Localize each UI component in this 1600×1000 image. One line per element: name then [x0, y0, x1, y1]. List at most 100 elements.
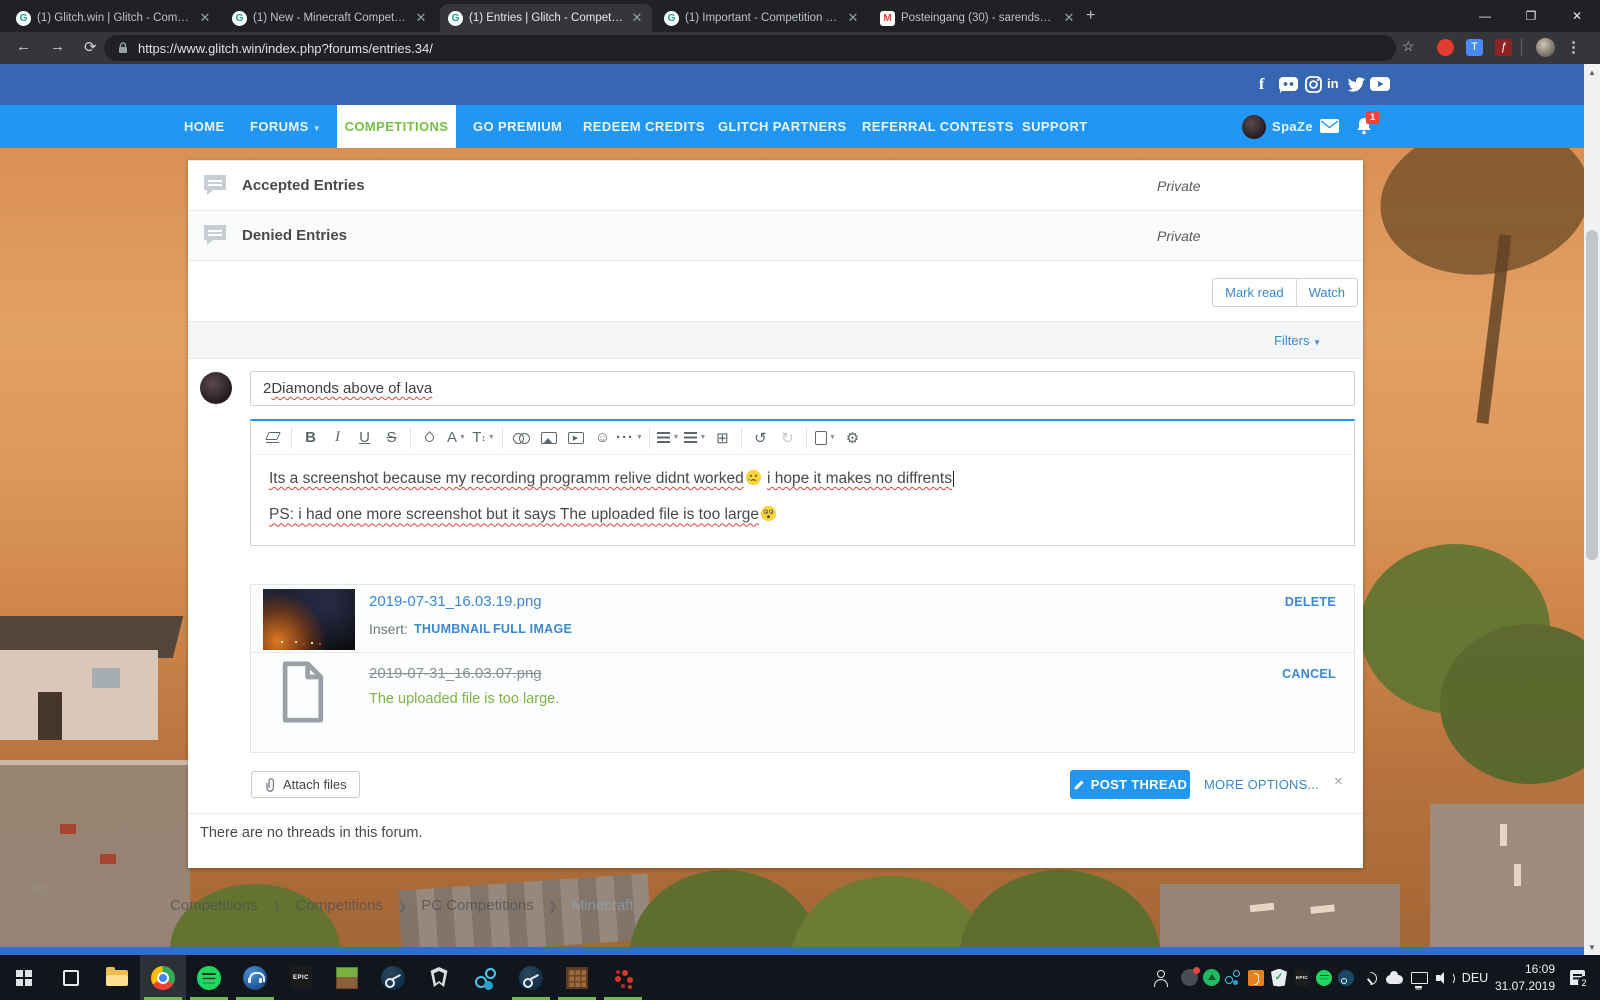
user-avatar[interactable] — [1242, 115, 1266, 139]
tab-important[interactable]: G (1) Important - Competition Requ ✕ — [656, 4, 868, 32]
node-title[interactable]: Denied Entries — [242, 227, 347, 244]
font-family-icon[interactable]: A▼ — [443, 425, 470, 451]
attachment-filename-link[interactable]: 2019-07-31_16.03.19.png — [369, 593, 542, 610]
attachment-thumbnail[interactable] — [263, 589, 355, 650]
insert-full-image-button[interactable]: FULL IMAGE — [493, 622, 572, 636]
nav-glitch-partners[interactable]: GLITCH PARTNERS — [718, 105, 847, 148]
alignment-icon[interactable]: ▼ — [655, 425, 682, 451]
nav-referral-contests[interactable]: REFERRAL CONTESTS — [862, 105, 1014, 148]
window-close-button[interactable]: ✕ — [1554, 0, 1600, 32]
satellite-tray-icon[interactable] — [1358, 955, 1382, 1000]
browser-menu-icon[interactable]: ⋮ — [1566, 38, 1581, 56]
linkedin-icon[interactable]: in — [1327, 76, 1339, 91]
messages-envelope-icon[interactable] — [1320, 119, 1339, 133]
discord-tray-icon[interactable] — [1178, 955, 1200, 1000]
bubbles-app-taskbar-icon[interactable] — [462, 955, 508, 1000]
adblock-extension-icon[interactable] — [1437, 39, 1454, 56]
start-button[interactable] — [0, 955, 46, 1000]
scrollbar-thumb[interactable] — [1586, 230, 1598, 560]
font-size-icon[interactable]: T↕▼ — [470, 425, 497, 451]
nav-support[interactable]: SUPPORT — [1022, 105, 1088, 148]
scroll-down-icon[interactable]: ▼ — [1584, 939, 1600, 955]
underline-icon[interactable]: U — [351, 425, 378, 451]
attach-files-button[interactable]: Attach files — [251, 771, 360, 798]
tab-close-icon[interactable]: ✕ — [846, 10, 860, 26]
people-tray-icon[interactable] — [1144, 955, 1176, 1000]
address-bar[interactable]: https://www.glitch.win/index.php?forums/… — [104, 35, 1396, 61]
node-row-accepted-entries[interactable]: Accepted Entries Private — [188, 161, 1363, 211]
wolf-game-taskbar-icon[interactable] — [416, 955, 462, 1000]
forward-icon[interactable]: → — [50, 38, 65, 55]
instagram-icon[interactable] — [1305, 76, 1322, 93]
breadcrumb-item[interactable]: PC Competitions — [421, 897, 534, 914]
onedrive-cloud-tray-icon[interactable] — [1382, 955, 1406, 1000]
tab-close-icon[interactable]: ✕ — [1062, 10, 1076, 26]
red-dots-app-taskbar-icon[interactable] — [600, 955, 646, 1000]
window-minimize-button[interactable]: — — [1462, 0, 1508, 32]
discord-icon[interactable] — [1278, 76, 1299, 93]
cancel-attachment-button[interactable]: CANCEL — [1282, 667, 1336, 681]
mark-read-button[interactable]: Mark read — [1213, 279, 1296, 306]
remove-format-icon[interactable] — [259, 425, 286, 451]
italic-icon[interactable]: I — [324, 425, 351, 451]
nav-competitions-active[interactable]: COMPETITIONS — [337, 105, 456, 148]
tab-close-icon[interactable]: ✕ — [198, 10, 212, 26]
epic-tray-icon[interactable]: EPIC — [1291, 955, 1313, 1000]
text-color-icon[interactable] — [416, 425, 443, 451]
vpn-tray-icon[interactable] — [1200, 955, 1222, 1000]
filters-button[interactable]: Filters ▼ — [1274, 333, 1321, 348]
insert-image-icon[interactable] — [535, 425, 562, 451]
steam-window-taskbar-icon[interactable] — [508, 955, 554, 1000]
file-explorer-icon[interactable] — [94, 955, 140, 1000]
more-options-button[interactable]: MORE OPTIONS... — [1204, 777, 1319, 792]
scroll-up-icon[interactable]: ▲ — [1584, 64, 1600, 80]
page-scrollbar[interactable]: ▲ ▼ — [1584, 64, 1600, 955]
insert-thumbnail-button[interactable]: THUMBNAIL — [414, 622, 491, 636]
nav-redeem-credits[interactable]: REDEEM CREDITS — [583, 105, 705, 148]
node-row-denied-entries[interactable]: Denied Entries Private — [188, 211, 1363, 261]
keyboard-language-indicator[interactable]: DEU — [1458, 955, 1492, 1000]
youtube-icon[interactable] — [1370, 77, 1390, 91]
breadcrumb-item[interactable]: Competitions — [170, 897, 258, 914]
emoji-picker-icon[interactable]: ☺ — [589, 425, 616, 451]
tab-close-icon[interactable]: ✕ — [630, 10, 644, 26]
strikethrough-icon[interactable]: S — [378, 425, 405, 451]
list-icon[interactable]: ▼ — [682, 425, 709, 451]
action-center-icon[interactable]: 2 — [1562, 955, 1592, 1000]
tab-gmail[interactable]: M Posteingang (30) - sarends2210@ ✕ — [872, 4, 1084, 32]
teamspeak-taskbar-icon[interactable] — [232, 955, 278, 1000]
composer-close-icon[interactable]: × — [1334, 773, 1343, 790]
profile-avatar[interactable] — [1536, 38, 1555, 57]
insert-link-icon[interactable] — [508, 425, 535, 451]
minecraft-taskbar-icon[interactable] — [324, 955, 370, 1000]
composer-user-avatar[interactable] — [200, 372, 232, 404]
back-icon[interactable]: ← — [16, 38, 31, 55]
source-view-icon[interactable]: ▼ — [812, 425, 839, 451]
twitter-icon[interactable] — [1347, 76, 1365, 92]
tab-glitch-home[interactable]: G (1) Glitch.win | Glitch - Compete, ✕ — [8, 4, 220, 32]
rich-text-editor[interactable]: B I U S A▼ T↕▼ ▶ ☺ ···▼ ▼ ▼ — [250, 419, 1355, 546]
tab-entries-active[interactable]: G (1) Entries | Glitch - Compete, Sha ✕ — [440, 4, 652, 32]
delete-attachment-button[interactable]: DELETE — [1285, 595, 1336, 609]
steam-tray-icon[interactable] — [1335, 955, 1357, 1000]
translate-extension-icon[interactable]: T — [1466, 39, 1483, 56]
nav-forums[interactable]: FORUMS▼ — [250, 105, 321, 148]
new-tab-button[interactable]: + — [1086, 7, 1095, 25]
tab-close-icon[interactable]: ✕ — [414, 10, 428, 26]
thread-title-input[interactable]: 2 Diamonds above of lava — [250, 371, 1355, 406]
editor-settings-gear-icon[interactable]: ⚙ — [839, 425, 866, 451]
steam-taskbar-icon[interactable] — [370, 955, 416, 1000]
volume-tray-icon[interactable] — [1432, 955, 1458, 1000]
more-tools-icon[interactable]: ···▼ — [616, 425, 644, 451]
insert-media-icon[interactable]: ▶ — [562, 425, 589, 451]
epic-games-taskbar-icon[interactable]: EPIC — [278, 955, 324, 1000]
breadcrumb-item[interactable]: Competitions — [296, 897, 384, 914]
post-thread-button[interactable]: POST THREAD — [1070, 770, 1190, 799]
java-tray-icon[interactable] — [1245, 955, 1267, 1000]
spotify-tray-icon[interactable] — [1313, 955, 1335, 1000]
flash-extension-icon[interactable]: ƒ — [1495, 39, 1512, 56]
task-view-button[interactable] — [48, 955, 94, 1000]
insert-table-icon[interactable]: ⊞ — [709, 425, 736, 451]
redo-icon[interactable]: ↻ — [774, 425, 801, 451]
defender-shield-tray-icon[interactable]: ✓ — [1268, 955, 1290, 1000]
